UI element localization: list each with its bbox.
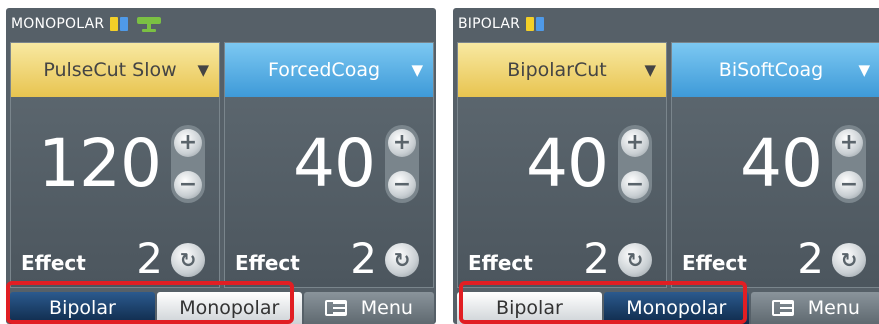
effect-label: Effect — [682, 251, 747, 275]
cut-power-value: 120 — [38, 125, 162, 202]
effect-cycle-button[interactable]: ↻ — [171, 243, 205, 277]
effect-value: 2 — [797, 234, 824, 283]
coag-mode-label: BiSoftCoag — [718, 59, 824, 81]
coag-mode-dropdown[interactable]: BiSoftCoag ▼ — [672, 43, 879, 97]
decrease-button[interactable]: − — [388, 171, 416, 199]
chevron-down-icon: ▼ — [197, 61, 209, 79]
increase-button[interactable]: + — [621, 129, 649, 157]
cut-mode-dropdown[interactable]: PulseCut Slow ▼ — [11, 43, 219, 97]
channel-panels: BipolarCut ▼ 40 + − Effect 2 ↻ BiSoftCoa… — [457, 42, 879, 288]
coag-panel: ForcedCoag ▼ 40 + − Effect 2 ↻ — [224, 42, 434, 288]
effect-label: Effect — [21, 251, 86, 275]
chevron-down-icon: ▼ — [411, 61, 423, 79]
tab-highlight-outline — [6, 281, 294, 324]
increase-button[interactable]: + — [388, 129, 416, 157]
cut-panel: BipolarCut ▼ 40 + − Effect 2 ↻ — [457, 42, 667, 288]
cut-mode-label: BipolarCut — [507, 59, 607, 81]
coag-mode-label: ForcedCoag — [267, 59, 381, 81]
effect-cycle-button[interactable]: ↻ — [385, 243, 419, 277]
cut-power-stepper: + − — [618, 125, 652, 203]
decrease-button[interactable]: − — [835, 171, 863, 199]
mode-title: MONOPOLAR — [11, 16, 105, 32]
effect-cycle-button[interactable]: ↻ — [618, 243, 652, 277]
coag-power-value: 40 — [740, 125, 823, 202]
decrease-button[interactable]: − — [621, 171, 649, 199]
menu-button[interactable]: Menu — [303, 292, 434, 324]
increase-button[interactable]: + — [174, 129, 202, 157]
menu-button[interactable]: Menu — [750, 292, 879, 324]
cut-effect-row: Effect 2 ↻ — [468, 234, 652, 283]
chevron-down-icon: ▼ — [644, 61, 656, 79]
coag-panel: BiSoftCoag ▼ 40 + − Effect 2 ↻ — [671, 42, 879, 288]
cut-panel: PulseCut Slow ▼ 120 + − Effect 2 ↻ — [10, 42, 220, 288]
list-icon — [771, 300, 794, 316]
effect-label: Effect — [235, 251, 300, 275]
list-icon — [324, 300, 347, 316]
cut-mode-dropdown[interactable]: BipolarCut ▼ — [458, 43, 666, 97]
coag-mode-dropdown[interactable]: ForcedCoag ▼ — [225, 43, 433, 97]
plug-connector-icon — [526, 17, 545, 31]
decrease-button[interactable]: − — [174, 171, 202, 199]
cut-power-value: 40 — [526, 125, 609, 202]
menu-label: Menu — [807, 297, 860, 319]
coag-effect-row: Effect 2 ↻ — [682, 234, 866, 283]
coag-effect-row: Effect 2 ↻ — [235, 234, 419, 283]
effect-value: 2 — [583, 234, 610, 283]
mode-bar: BIPOLAR — [453, 8, 879, 40]
cut-effect-row: Effect 2 ↻ — [21, 234, 205, 283]
coag-power-value: 40 — [293, 125, 376, 202]
mode-title: BIPOLAR — [458, 16, 521, 32]
chevron-down-icon: ▼ — [858, 61, 870, 79]
monopolar-screen: MONOPOLAR PulseCut Slow ▼ 120 + − Effect… — [6, 8, 436, 324]
cut-power-stepper: + − — [171, 125, 205, 203]
mode-bar: MONOPOLAR — [6, 8, 436, 40]
coag-power-stepper: + − — [385, 125, 419, 203]
menu-label: Menu — [360, 297, 413, 319]
effect-value: 2 — [136, 234, 163, 283]
footswitch-icon — [137, 17, 162, 32]
increase-button[interactable]: + — [835, 129, 863, 157]
coag-power-stepper: + − — [832, 125, 866, 203]
effect-value: 2 — [350, 234, 377, 283]
effect-label: Effect — [468, 251, 533, 275]
channel-panels: PulseCut Slow ▼ 120 + − Effect 2 ↻ Force… — [10, 42, 434, 288]
plug-connector-icon — [110, 17, 129, 31]
cut-mode-label: PulseCut Slow — [43, 59, 177, 81]
tab-highlight-outline — [459, 281, 747, 324]
bipolar-screen: BIPOLAR BipolarCut ▼ 40 + − Effect 2 ↻ B… — [453, 8, 879, 324]
effect-cycle-button[interactable]: ↻ — [832, 243, 866, 277]
